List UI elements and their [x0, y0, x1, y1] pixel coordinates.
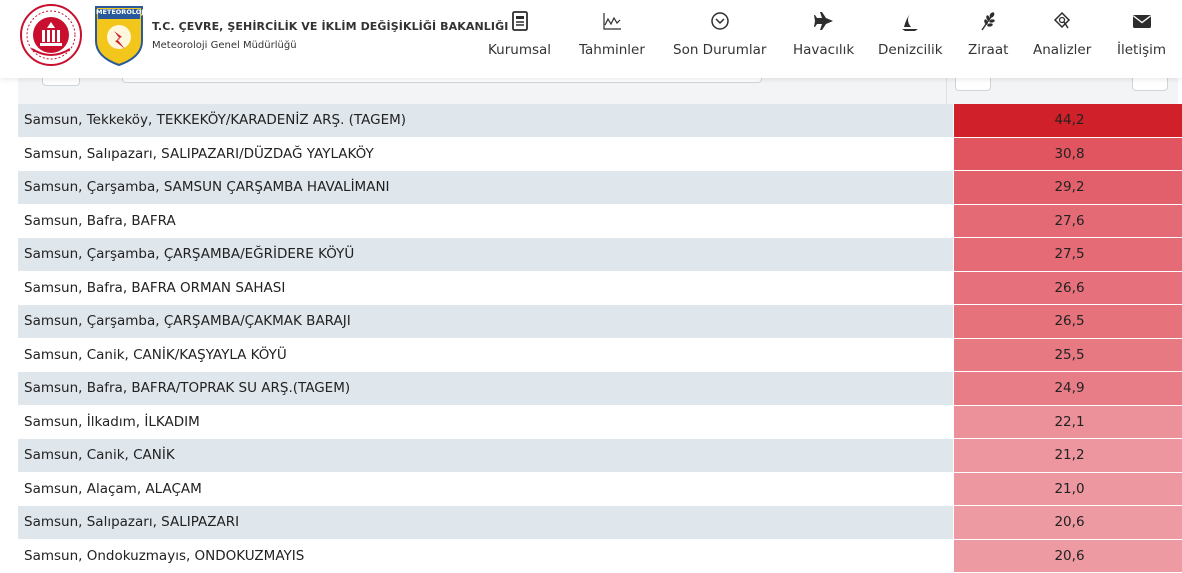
value-cell: 25,5 — [954, 338, 1182, 372]
nav-item-iletisim[interactable]: İletişim — [1117, 10, 1166, 66]
ministry-seal-icon[interactable] — [18, 3, 84, 67]
nav-item-denizcilik[interactable]: Denizcilik — [878, 10, 943, 66]
station-values-table: Samsun, Tekkeköy, TEKKEKÖY/KARADENİZ ARŞ… — [18, 104, 1182, 573]
table-body: Samsun, Tekkeköy, TEKKEKÖY/KARADENİZ ARŞ… — [18, 104, 1182, 573]
station-name-cell: Samsun, Bafra, BAFRA — [18, 204, 954, 238]
mgm-logo-text: METEOROLOJİ — [96, 8, 142, 16]
station-name-cell: Samsun, Ondokuzmayıs, ONDOKUZMAYIS — [18, 539, 954, 573]
station-name-cell: Samsun, Canik, CANİK/KAŞYAYLA KÖYÜ — [18, 338, 954, 372]
station-name-cell: Samsun, Tekkeköy, TEKKEKÖY/KARADENİZ ARŞ… — [18, 104, 954, 137]
nav-label: Havacılık — [793, 42, 854, 58]
column-divider — [946, 78, 947, 104]
org-title: T.C. ÇEVRE, ŞEHİRCİLİK VE İKLİM DEĞİŞİKL… — [152, 20, 508, 33]
sort-button[interactable] — [42, 78, 80, 86]
table-row[interactable]: Samsun, Tekkeköy, TEKKEKÖY/KARADENİZ ARŞ… — [18, 104, 1182, 137]
value-cell: 20,6 — [954, 539, 1182, 573]
nav-label: Kurumsal — [488, 42, 551, 58]
table-row[interactable]: Samsun, Salıpazarı, SALIPAZARI/DÜZDAĞ YA… — [18, 137, 1182, 171]
value-cell: 27,6 — [954, 204, 1182, 238]
value-cell: 20,6 — [954, 506, 1182, 540]
table-row[interactable]: Samsun, Bafra, BAFRA/TOPRAK SU ARŞ.(TAGE… — [18, 372, 1182, 406]
station-filter-input[interactable] — [122, 78, 762, 83]
nav-label: Ziraat — [968, 42, 1008, 58]
nav-item-son-durumlar[interactable]: Son Durumlar — [673, 10, 766, 66]
nav-label: Denizcilik — [878, 42, 943, 58]
airplane-icon — [814, 10, 834, 32]
nav-label: Son Durumlar — [673, 42, 766, 58]
table-row[interactable]: Samsun, Bafra, BAFRA ORMAN SAHASI26,6 — [18, 271, 1182, 305]
value-cell: 27,5 — [954, 238, 1182, 272]
value-cell: 26,6 — [954, 271, 1182, 305]
chart-line-icon — [602, 10, 622, 32]
org-subtitle: Meteoroloji Genel Müdürlüğü — [152, 40, 297, 51]
table-row[interactable]: Samsun, Canik, CANİK21,2 — [18, 439, 1182, 473]
table-row[interactable]: Samsun, Çarşamba, ÇARŞAMBA/ÇAKMAK BARAJI… — [18, 305, 1182, 339]
nav-item-tahminler[interactable]: Tahminler — [579, 10, 645, 66]
document-icon — [510, 10, 530, 32]
value-cell: 22,1 — [954, 405, 1182, 439]
value-sort-desc-button[interactable] — [1132, 78, 1168, 91]
table-row[interactable]: Samsun, Bafra, BAFRA27,6 — [18, 204, 1182, 238]
station-name-cell: Samsun, Çarşamba, ÇARŞAMBA/ÇAKMAK BARAJI — [18, 305, 954, 339]
nav-item-havacilik[interactable]: Havacılık — [793, 10, 854, 66]
value-cell: 21,2 — [954, 439, 1182, 473]
table-row[interactable]: Samsun, Çarşamba, SAMSUN ÇARŞAMBA HAVALİ… — [18, 171, 1182, 205]
analysis-icon — [1052, 10, 1072, 32]
filter-strip — [18, 78, 1178, 104]
value-cell: 24,9 — [954, 372, 1182, 406]
station-name-cell: Samsun, İlkadım, İLKADIM — [18, 405, 954, 439]
table-row[interactable]: Samsun, Canik, CANİK/KAŞYAYLA KÖYÜ25,5 — [18, 338, 1182, 372]
site-header: METEOROLOJİ T.C. ÇEVRE, ŞEHİRCİLİK VE İK… — [0, 0, 1182, 78]
value-cell: 29,2 — [954, 171, 1182, 205]
nav-item-ziraat[interactable]: Ziraat — [968, 10, 1008, 66]
value-cell: 44,2 — [954, 104, 1182, 137]
station-name-cell: Samsun, Bafra, BAFRA ORMAN SAHASI — [18, 271, 954, 305]
table-row[interactable]: Samsun, İlkadım, İLKADIM22,1 — [18, 405, 1182, 439]
table-row[interactable]: Samsun, Çarşamba, ÇARŞAMBA/EĞRİDERE KÖYÜ… — [18, 238, 1182, 272]
table-row[interactable]: Samsun, Ondokuzmayıs, ONDOKUZMAYIS20,6 — [18, 539, 1182, 573]
station-name-cell: Samsun, Salıpazarı, SALIPAZARI/DÜZDAĞ YA… — [18, 137, 954, 171]
station-name-cell: Samsun, Bafra, BAFRA/TOPRAK SU ARŞ.(TAGE… — [18, 372, 954, 406]
station-name-cell: Samsun, Canik, CANİK — [18, 439, 954, 473]
table-row[interactable]: Samsun, Salıpazarı, SALIPAZARI20,6 — [18, 506, 1182, 540]
circle-chevron-down-icon — [710, 10, 730, 32]
station-name-cell: Samsun, Çarşamba, ÇARŞAMBA/EĞRİDERE KÖYÜ — [18, 238, 954, 272]
value-sort-asc-button[interactable] — [955, 78, 991, 91]
wheat-icon — [978, 10, 998, 32]
nav-item-analizler[interactable]: Analizler — [1033, 10, 1091, 66]
envelope-icon — [1132, 10, 1152, 32]
station-name-cell: Samsun, Çarşamba, SAMSUN ÇARŞAMBA HAVALİ… — [18, 171, 954, 205]
nav-label: Tahminler — [579, 42, 645, 58]
station-name-cell: Samsun, Alaçam, ALAÇAM — [18, 472, 954, 506]
nav-label: Analizler — [1033, 42, 1091, 58]
nav-label: İletişim — [1117, 42, 1166, 58]
value-cell: 21,0 — [954, 472, 1182, 506]
table-row[interactable]: Samsun, Alaçam, ALAÇAM21,0 — [18, 472, 1182, 506]
value-cell: 30,8 — [954, 137, 1182, 171]
nav-item-kurumsal[interactable]: Kurumsal — [488, 10, 551, 66]
value-cell: 26,5 — [954, 305, 1182, 339]
station-name-cell: Samsun, Salıpazarı, SALIPAZARI — [18, 506, 954, 540]
sailboat-icon — [900, 10, 920, 32]
